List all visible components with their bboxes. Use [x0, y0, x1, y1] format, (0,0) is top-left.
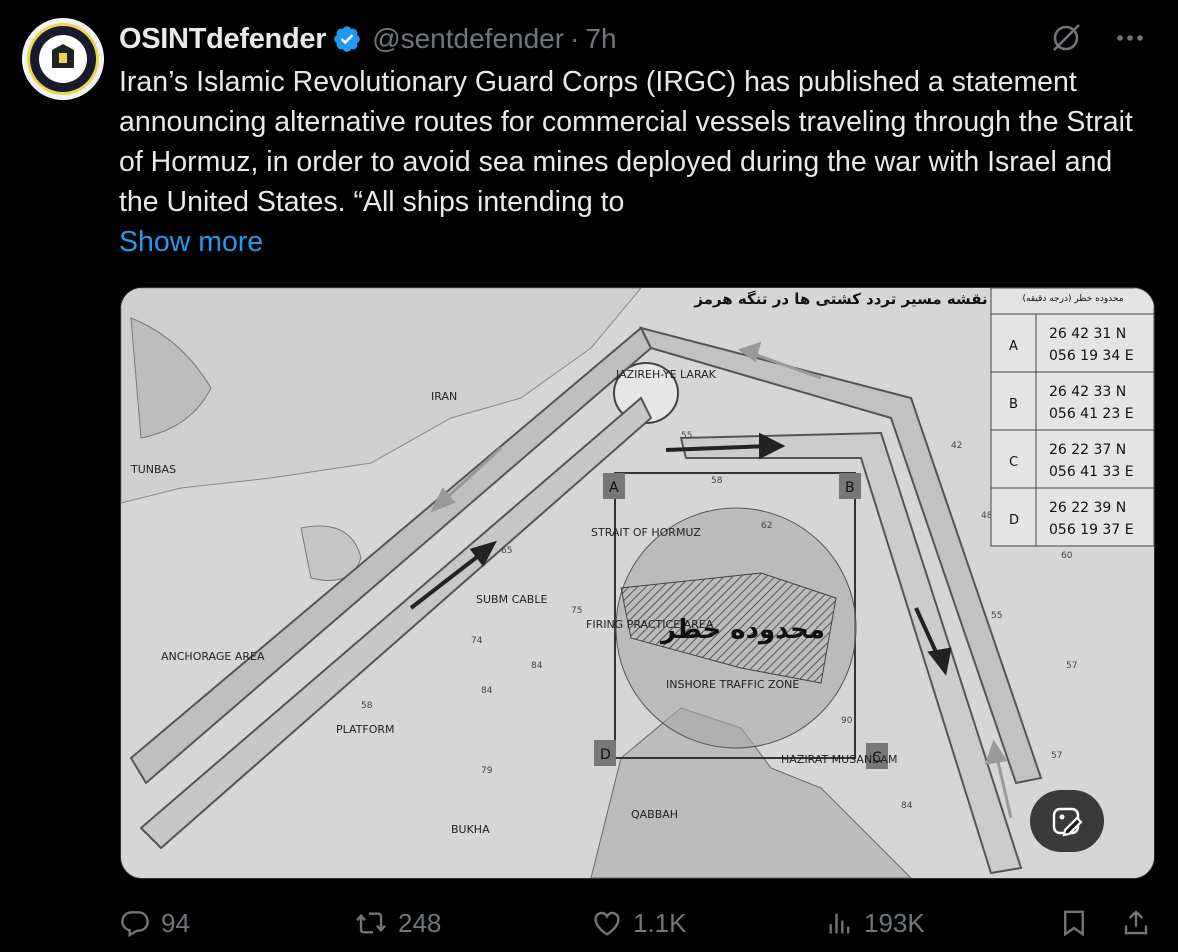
- map-label-iran: IRAN: [431, 390, 457, 403]
- views-button[interactable]: 193K: [826, 900, 925, 946]
- svg-text:84: 84: [901, 801, 913, 811]
- retweet-count: 248: [398, 907, 442, 938]
- svg-text:58: 58: [361, 701, 373, 711]
- point-d-marker: D: [600, 747, 611, 763]
- table-lon-d: 056 19 37 E: [1049, 522, 1134, 538]
- map-label-musandam: HAZIRAT MUSANDAM: [781, 753, 897, 766]
- tweet-time[interactable]: 7h: [585, 23, 616, 55]
- separator-dot: ·: [570, 23, 580, 54]
- author-handle[interactable]: @sentdefender: [372, 23, 564, 55]
- tweet-top-actions: [1048, 20, 1148, 61]
- table-id-b: B: [1009, 397, 1018, 412]
- show-more-link[interactable]: Show more: [119, 222, 263, 262]
- table-header: محدوده خطر (درجه دقیقه): [1022, 294, 1123, 304]
- hormuz-map-image: محدوده خطر A B C D 555862 657574 848458 …: [121, 288, 1154, 878]
- tweet-action-bar: 94 248 1.1K 193K: [119, 900, 1159, 946]
- bookmark-icon: [1059, 906, 1089, 940]
- map-label-larak: JAZIREH-YE LARAK: [615, 368, 717, 381]
- svg-text:57: 57: [1051, 751, 1062, 761]
- tweet-text: Iran’s Islamic Revolutionary Guard Corps…: [119, 66, 1141, 218]
- share-button[interactable]: [1121, 900, 1151, 946]
- like-count: 1.1K: [633, 907, 687, 938]
- map-label-qabbah: QABBAH: [631, 808, 678, 821]
- svg-text:65: 65: [501, 546, 512, 556]
- map-label-anchor: ANCHORAGE AREA: [161, 650, 265, 663]
- table-lat-c: 26 22 37 N: [1049, 442, 1126, 458]
- table-lat-a: 26 42 31 N: [1049, 326, 1126, 342]
- svg-text:75: 75: [571, 606, 582, 616]
- point-a-marker: A: [609, 480, 619, 496]
- like-button[interactable]: 1.1K: [591, 900, 687, 946]
- tweet-media-map[interactable]: محدوده خطر A B C D 55 58 62 65 75 74 84 84 58 …: [120, 287, 1155, 879]
- table-lat-d: 26 22 39 N: [1049, 500, 1126, 516]
- map-label-firing: FIRING PRACTICE AREA: [586, 618, 714, 631]
- table-lon-a: 056 19 34 E: [1049, 348, 1134, 364]
- avatar-logo: [23, 19, 103, 99]
- point-b-marker: B: [845, 480, 855, 496]
- svg-text:55: 55: [681, 431, 692, 441]
- map-label-inshore: INSHORE TRAFFIC ZONE: [666, 678, 799, 691]
- svg-text:62: 62: [761, 521, 772, 531]
- like-icon: [591, 907, 623, 939]
- table-id-d: D: [1009, 513, 1019, 528]
- edit-image-button[interactable]: [1030, 790, 1104, 852]
- svg-text:90: 90: [841, 716, 853, 726]
- retweet-icon: [354, 907, 388, 939]
- table-lon-b: 056 41 23 E: [1049, 406, 1134, 422]
- tweet-header: OSINTdefender @sentdefender · 7h: [119, 20, 617, 58]
- map-title: نقشه مسیر تردد کشتی ها در تنگه هرمز: [693, 290, 987, 308]
- svg-text:57: 57: [1066, 661, 1077, 671]
- map-label-strait: STRAIT OF HORMUZ: [591, 526, 701, 539]
- author-name[interactable]: OSINTdefender: [119, 23, 326, 56]
- svg-text:84: 84: [531, 661, 543, 671]
- views-count: 193K: [864, 907, 925, 938]
- bookmark-button[interactable]: [1059, 900, 1089, 946]
- views-icon: [826, 907, 854, 939]
- svg-text:74: 74: [471, 636, 483, 646]
- more-icon[interactable]: [1112, 20, 1148, 61]
- table-id-c: C: [1009, 455, 1018, 470]
- table-lon-c: 056 41 33 E: [1049, 464, 1134, 480]
- table-lat-b: 26 42 33 N: [1049, 384, 1126, 400]
- reply-icon: [119, 907, 151, 939]
- grok-icon[interactable]: [1048, 20, 1084, 61]
- edit-image-icon: [1050, 804, 1084, 838]
- verified-badge-icon: [332, 24, 362, 54]
- table-id-a: A: [1009, 339, 1018, 354]
- retweet-button[interactable]: 248: [354, 900, 441, 946]
- svg-text:55: 55: [991, 611, 1002, 621]
- map-label-tunb: TUNBAS: [130, 463, 176, 476]
- author-avatar[interactable]: [22, 18, 104, 100]
- reply-button[interactable]: 94: [119, 900, 190, 946]
- map-label-platform: PLATFORM: [336, 723, 395, 736]
- map-label-bukha: BUKHA: [451, 823, 490, 836]
- share-icon: [1121, 906, 1151, 940]
- svg-text:42: 42: [951, 441, 962, 451]
- reply-count: 94: [161, 907, 190, 938]
- svg-text:60: 60: [1061, 551, 1073, 561]
- map-label-subm-cable: SUBM CABLE: [476, 593, 547, 606]
- svg-text:84: 84: [481, 686, 493, 696]
- svg-text:58: 58: [711, 476, 723, 486]
- svg-text:79: 79: [481, 766, 493, 776]
